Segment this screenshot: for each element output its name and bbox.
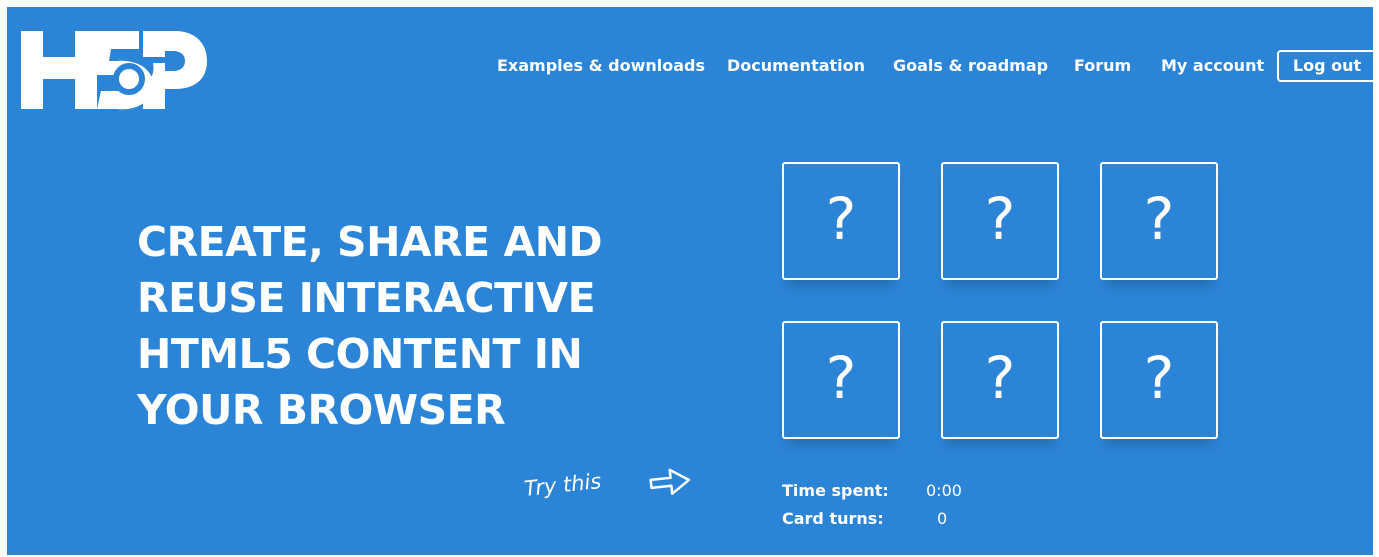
memory-card[interactable]: ? xyxy=(1100,321,1218,439)
time-spent-label: Time spent: xyxy=(782,481,889,500)
headline-line: YOUR BROWSER xyxy=(137,386,506,434)
card-turns-value: 0 xyxy=(937,509,948,528)
nav-link-my-account[interactable]: My account xyxy=(1161,56,1264,75)
memory-card[interactable]: ? xyxy=(941,321,1059,439)
headline-line: HTML5 CONTENT IN xyxy=(137,330,583,378)
headline-line: CREATE, SHARE AND xyxy=(137,218,603,266)
right-arrow-icon xyxy=(649,468,691,495)
nav-link-goals-roadmap[interactable]: Goals & roadmap xyxy=(893,56,1048,75)
try-this-text: Try this xyxy=(523,469,602,501)
nav-link-forum[interactable]: Forum xyxy=(1074,56,1131,75)
main-nav: Examples & downloads Documentation Goals… xyxy=(7,50,1373,84)
nav-link-documentation[interactable]: Documentation xyxy=(727,56,865,75)
hero-banner: Examples & downloads Documentation Goals… xyxy=(7,7,1373,555)
hero-headline: CREATE, SHARE AND REUSE INTERACTIVE HTML… xyxy=(137,214,657,438)
memory-card[interactable]: ? xyxy=(782,162,900,280)
nav-link-examples-downloads[interactable]: Examples & downloads xyxy=(497,56,705,75)
memory-card[interactable]: ? xyxy=(1100,162,1218,280)
try-this-callout: Try this xyxy=(523,468,691,501)
logout-button[interactable]: Log out xyxy=(1277,50,1373,82)
card-turns-label: Card turns: xyxy=(782,509,884,528)
memory-card[interactable]: ? xyxy=(941,162,1059,280)
time-spent-value: 0:00 xyxy=(926,481,962,500)
headline-line: REUSE INTERACTIVE xyxy=(137,274,596,322)
memory-card[interactable]: ? xyxy=(782,321,900,439)
